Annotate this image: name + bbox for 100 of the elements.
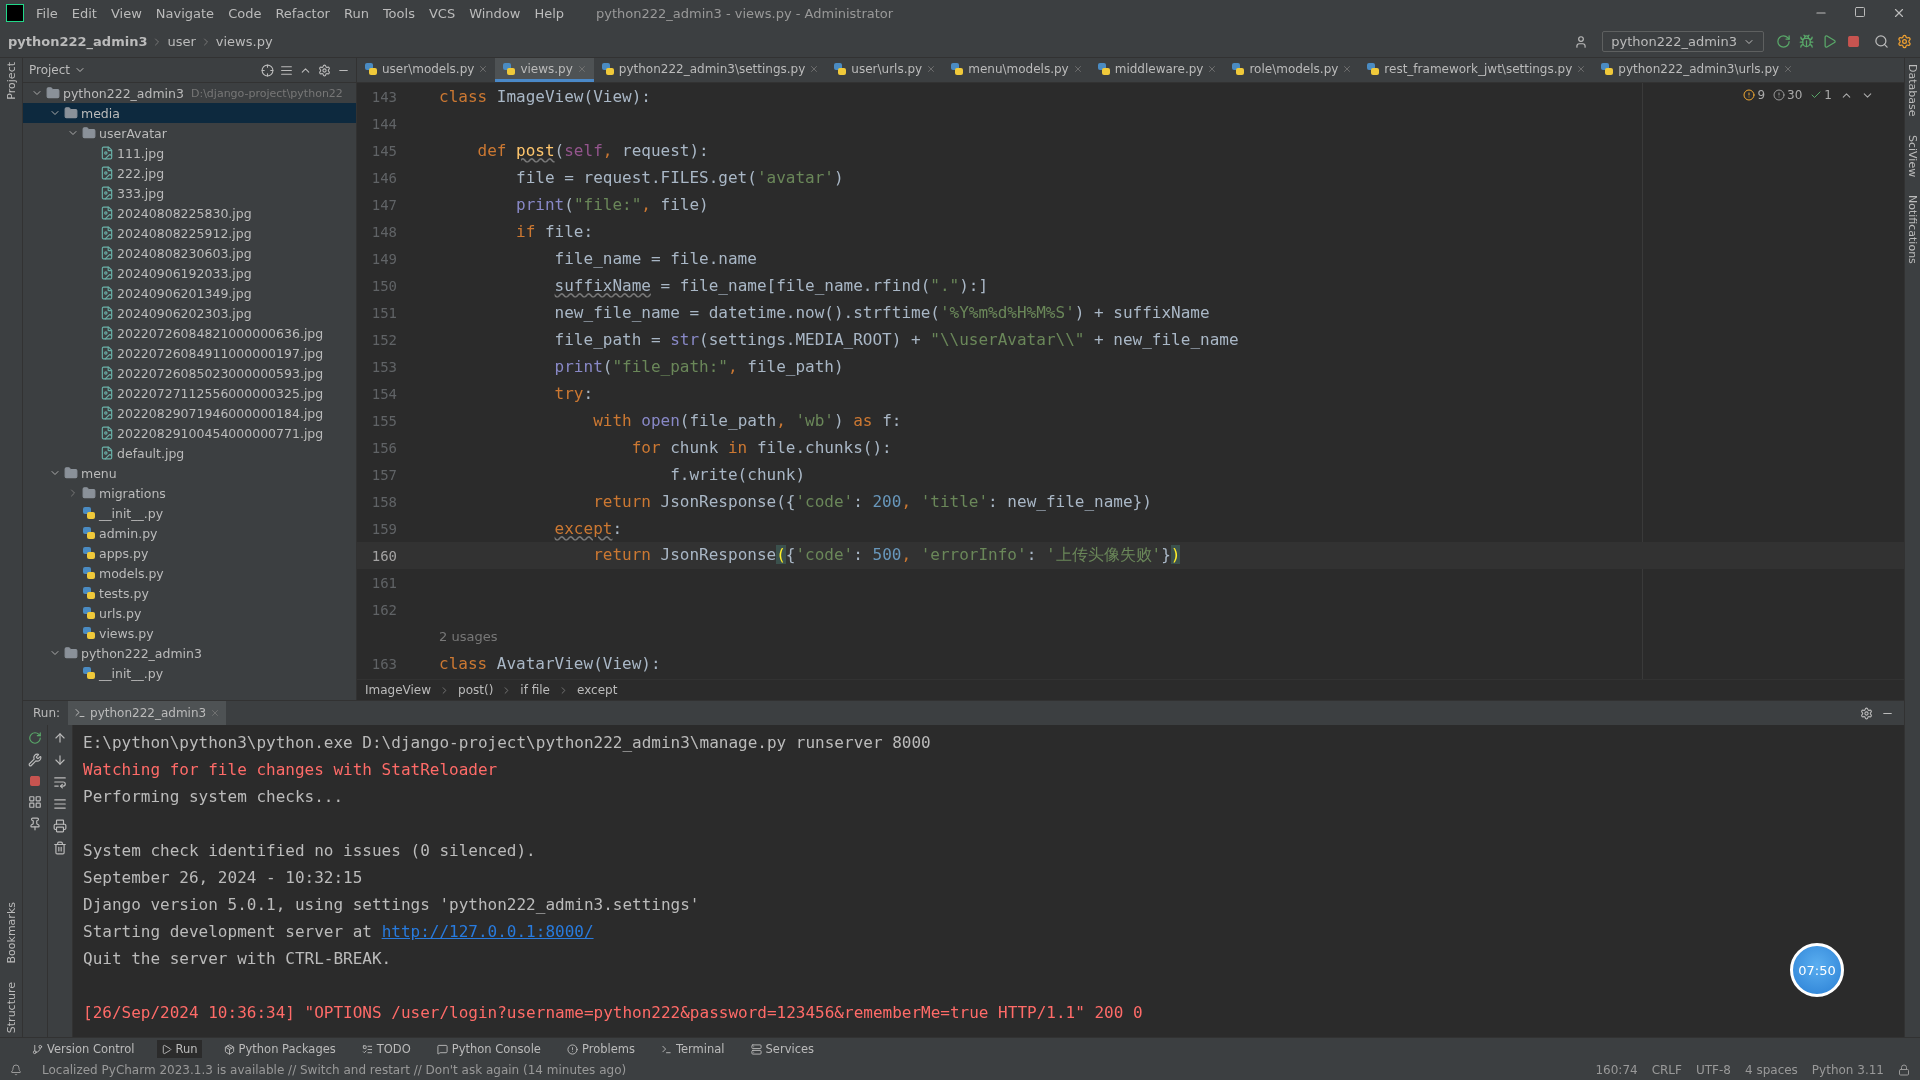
close-icon[interactable] xyxy=(1892,6,1906,20)
tree-item[interactable]: menu xyxy=(23,463,356,483)
app-menu-title[interactable]: File xyxy=(34,5,60,21)
status-item[interactable]: Python 3.11 xyxy=(1811,1063,1884,1077)
status-item[interactable]: 160:74 xyxy=(1595,1063,1638,1077)
editor-tab[interactable]: role\models.py xyxy=(1224,58,1360,82)
app-menu-title[interactable]: Tools xyxy=(380,5,417,21)
code-breadcrumb[interactable]: ImageView xyxy=(365,683,432,697)
editor-tab[interactable]: user\urls.py xyxy=(826,58,944,82)
search-icon[interactable] xyxy=(1874,34,1889,49)
tree-item[interactable]: migrations xyxy=(23,483,356,503)
trash-icon[interactable] xyxy=(53,841,67,855)
tool-window-tab[interactable]: Notifications xyxy=(1906,194,1919,264)
app-menu-title[interactable]: Run xyxy=(341,5,371,21)
stop-icon[interactable] xyxy=(1847,35,1860,48)
rerun-icon[interactable] xyxy=(28,731,42,745)
wrench-icon[interactable] xyxy=(28,753,42,767)
status-item[interactable]: 4 spaces xyxy=(1744,1063,1798,1077)
tree-item[interactable]: urls.py xyxy=(23,603,356,623)
tree-item[interactable]: tests.py xyxy=(23,583,356,603)
tree-item[interactable]: 20220727112556000000325.jpg xyxy=(23,383,356,403)
app-menu-title[interactable]: Window xyxy=(467,5,523,21)
project-view-dropdown[interactable]: Project xyxy=(29,63,87,77)
warning-count[interactable]: 9 xyxy=(1743,88,1766,102)
editor-tab[interactable]: menu\models.py xyxy=(943,58,1090,82)
editor-tab[interactable]: views.py xyxy=(495,58,594,82)
tree-item[interactable]: 333.jpg xyxy=(23,183,356,203)
breadcrumb-item[interactable]: views.py xyxy=(215,34,273,49)
up-arrow-icon[interactable] xyxy=(53,731,67,745)
play-icon[interactable] xyxy=(1822,34,1837,49)
app-menu-title[interactable]: Refactor xyxy=(273,5,332,21)
tree-item[interactable]: apps.py xyxy=(23,543,356,563)
tool-window-button[interactable]: Problems xyxy=(562,1040,639,1058)
tree-item[interactable]: 20240808225830.jpg xyxy=(23,203,356,223)
editor-tab[interactable]: python222_admin3\urls.py xyxy=(1593,58,1801,82)
tree-item[interactable]: userAvatar xyxy=(23,123,356,143)
print-icon[interactable] xyxy=(53,819,67,833)
tree-item[interactable]: 111.jpg xyxy=(23,143,356,163)
code-breadcrumb[interactable]: if file xyxy=(520,683,550,697)
tree-item[interactable]: 20220726084821000000636.jpg xyxy=(23,323,356,343)
tree-item[interactable]: 20240808230603.jpg xyxy=(23,243,356,263)
code-breadcrumb[interactable]: post() xyxy=(458,683,494,697)
tool-window-button[interactable]: Terminal xyxy=(656,1040,729,1058)
weak-warning-count[interactable]: 30 xyxy=(1773,88,1803,102)
tool-window-tab[interactable]: Bookmarks xyxy=(4,902,18,964)
tool-window-tab[interactable]: Structure xyxy=(4,981,18,1033)
pin-icon[interactable] xyxy=(28,817,42,831)
tree-item[interactable]: views.py xyxy=(23,623,356,643)
tool-window-tab[interactable]: SciView xyxy=(1906,134,1919,177)
tree-item[interactable]: default.jpg xyxy=(23,443,356,463)
tree-item[interactable]: 222.jpg xyxy=(23,163,356,183)
settings-icon[interactable] xyxy=(1897,34,1912,49)
app-menu-title[interactable]: Code xyxy=(226,5,264,21)
tool-window-button[interactable]: Services xyxy=(746,1040,819,1058)
tree-item[interactable]: 20240906201349.jpg xyxy=(23,283,356,303)
soft-wrap-icon[interactable] xyxy=(53,775,67,789)
editor-tab[interactable]: rest_framework_jwt\settings.py xyxy=(1359,58,1594,82)
tree-item[interactable]: 20220726084911000000197.jpg xyxy=(23,343,356,363)
maximize-icon[interactable] xyxy=(1854,6,1866,18)
rerun-icon[interactable] xyxy=(1776,34,1791,49)
notification-icon[interactable] xyxy=(10,1064,22,1076)
tree-item[interactable]: models.py xyxy=(23,563,356,583)
breadcrumb-item[interactable]: python222_admin3 xyxy=(8,34,148,49)
status-item[interactable]: UTF-8 xyxy=(1695,1063,1731,1077)
run-config-dropdown[interactable]: python222_admin3 xyxy=(1602,31,1764,52)
app-menu-title[interactable]: Navigate xyxy=(153,5,217,21)
tree-item[interactable]: 20240906192033.jpg xyxy=(23,263,356,283)
app-menu-title[interactable]: View xyxy=(108,5,144,21)
tool-window-button[interactable]: Version Control xyxy=(28,1040,139,1058)
stop-icon[interactable] xyxy=(29,775,41,787)
tree-item[interactable]: __init__.py xyxy=(23,663,356,683)
app-menu-title[interactable]: Edit xyxy=(69,5,99,21)
run-tab[interactable]: python222_admin3 xyxy=(68,701,227,725)
tool-window-button[interactable]: TODO xyxy=(357,1040,415,1058)
editor-tab[interactable]: python222_admin3\settings.py xyxy=(593,58,827,82)
layout-icon[interactable] xyxy=(28,795,42,809)
code-breadcrumb[interactable]: except xyxy=(577,683,618,697)
settings-icon[interactable] xyxy=(318,63,331,77)
breadcrumb-item[interactable]: user xyxy=(167,34,196,49)
locate-icon[interactable] xyxy=(261,63,274,77)
editor-tab[interactable]: middleware.py xyxy=(1089,58,1225,82)
tree-item[interactable]: admin.py xyxy=(23,523,356,543)
app-menu-title[interactable]: VCS xyxy=(426,5,458,21)
server-link[interactable]: http://127.0.0.1:8000/ xyxy=(381,922,594,941)
tool-window-button[interactable]: Python Packages xyxy=(219,1040,340,1058)
app-menu-title[interactable]: Help xyxy=(532,5,567,21)
tree-item[interactable]: 20220829071946000000184.jpg xyxy=(23,403,356,423)
tree-item[interactable]: 20220726085023000000593.jpg xyxy=(23,363,356,383)
user-icon[interactable] xyxy=(1574,34,1589,49)
usages-hint[interactable]: 2 usages xyxy=(439,629,498,644)
tree-item[interactable]: python222_admin3 xyxy=(23,643,356,663)
settings-icon[interactable] xyxy=(1860,706,1873,720)
tool-window-tab[interactable]: Project xyxy=(4,62,18,100)
lock-icon[interactable] xyxy=(1898,1064,1910,1076)
tree-item[interactable]: 20240906202303.jpg xyxy=(23,303,356,323)
bug-icon[interactable] xyxy=(1799,34,1814,49)
status-item[interactable]: CRLF xyxy=(1651,1063,1682,1077)
tool-window-button[interactable]: Run xyxy=(156,1040,202,1058)
down-arrow-icon[interactable] xyxy=(53,753,67,767)
tree-item[interactable]: media xyxy=(23,103,356,123)
